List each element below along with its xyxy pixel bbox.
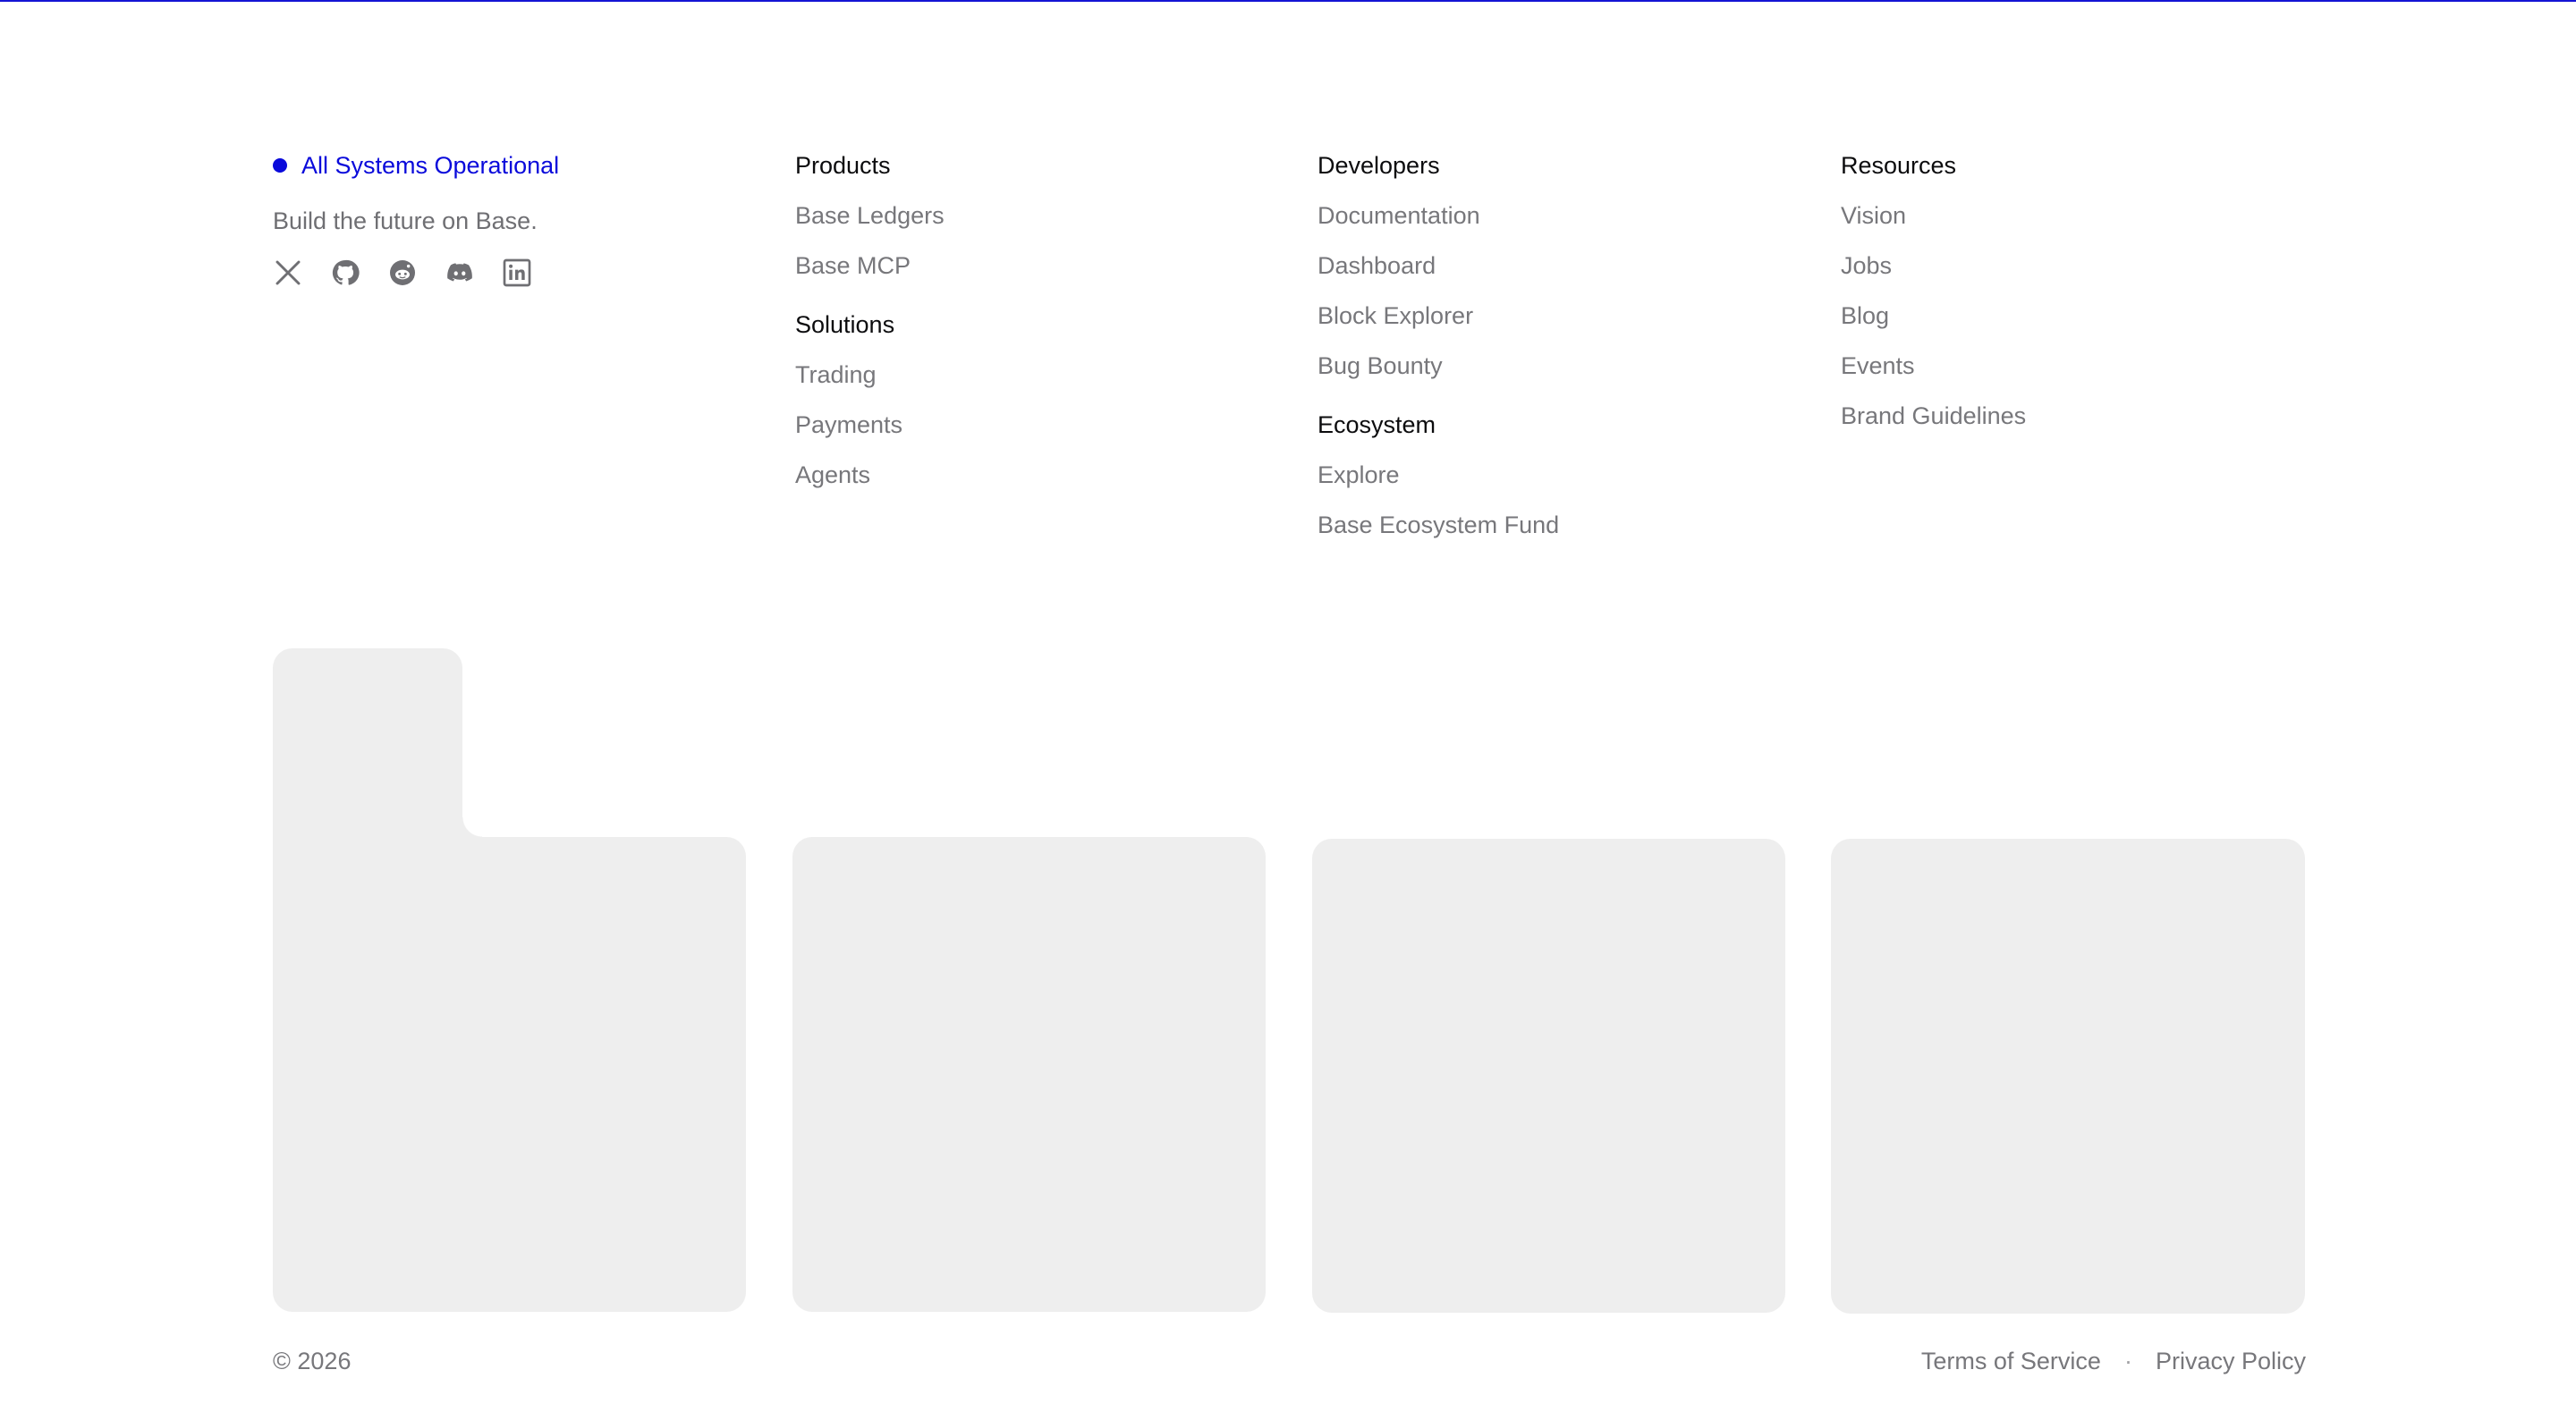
- status-dot-icon: [273, 158, 287, 173]
- link-events[interactable]: Events: [1841, 351, 2026, 381]
- solutions-group: Solutions Trading Payments Agents: [795, 309, 945, 490]
- discord-icon[interactable]: [445, 258, 475, 288]
- link-vision[interactable]: Vision: [1841, 200, 2026, 231]
- link-bug-bounty[interactable]: Bug Bounty: [1318, 351, 1559, 381]
- wordmark-block-s: [1312, 839, 1785, 1313]
- link-base-ecosystem-fund[interactable]: Base Ecosystem Fund: [1318, 510, 1559, 540]
- footer-resources-column: Resources Vision Jobs Blog Events Brand …: [1841, 150, 2026, 460]
- wordmark-block-e: [1831, 839, 2305, 1314]
- wordmark-block-b-notch: [462, 817, 482, 837]
- link-trading[interactable]: Trading: [795, 359, 945, 390]
- legal-separator: ·: [2123, 1348, 2132, 1374]
- footer-products-column: Products Base Ledgers Base MCP Solutions…: [795, 150, 945, 519]
- link-agents[interactable]: Agents: [795, 460, 945, 490]
- products-heading: Products: [795, 152, 891, 179]
- link-base-mcp[interactable]: Base MCP: [795, 250, 945, 281]
- link-payments[interactable]: Payments: [795, 410, 945, 440]
- wordmark-block-a: [792, 837, 1266, 1312]
- system-status-link[interactable]: All Systems Operational: [273, 150, 559, 181]
- copyright-text: © 2026: [273, 1348, 352, 1374]
- link-blog[interactable]: Blog: [1841, 300, 2026, 331]
- solutions-heading: Solutions: [795, 311, 895, 338]
- wordmark-block-b-stem: [273, 648, 462, 863]
- link-base-ledgers[interactable]: Base Ledgers: [795, 200, 945, 231]
- link-documentation[interactable]: Documentation: [1318, 200, 1559, 231]
- terms-of-service-link[interactable]: Terms of Service: [1921, 1346, 2101, 1376]
- wordmark-block-b: [273, 837, 746, 1312]
- link-dashboard[interactable]: Dashboard: [1318, 250, 1559, 281]
- brand-tagline: Build the future on Base.: [273, 207, 538, 234]
- link-explore[interactable]: Explore: [1318, 460, 1559, 490]
- system-status-label: All Systems Operational: [301, 151, 560, 179]
- linkedin-icon[interactable]: [502, 258, 532, 288]
- reddit-icon[interactable]: [387, 258, 418, 288]
- footer-brand-column: All Systems Operational Build the future…: [273, 150, 559, 288]
- footer-developers-column: Developers Documentation Dashboard Block…: [1318, 150, 1559, 569]
- site-footer: All Systems Operational Build the future…: [0, 0, 2576, 1412]
- link-block-explorer[interactable]: Block Explorer: [1318, 300, 1559, 331]
- resources-group: Resources Vision Jobs Blog Events Brand …: [1841, 150, 2026, 431]
- x-icon[interactable]: [273, 258, 303, 288]
- privacy-policy-link[interactable]: Privacy Policy: [2156, 1346, 2306, 1376]
- link-brand-guidelines[interactable]: Brand Guidelines: [1841, 401, 2026, 431]
- resources-heading: Resources: [1841, 152, 1957, 179]
- developers-heading: Developers: [1318, 152, 1440, 179]
- products-group: Products Base Ledgers Base MCP: [795, 150, 945, 281]
- legal-links: Terms of Service · Privacy Policy: [1921, 1346, 2306, 1376]
- social-links: [273, 258, 559, 288]
- github-icon[interactable]: [330, 258, 360, 288]
- ecosystem-group: Ecosystem Explore Base Ecosystem Fund: [1318, 410, 1559, 540]
- ecosystem-heading: Ecosystem: [1318, 411, 1436, 438]
- developers-group: Developers Documentation Dashboard Block…: [1318, 150, 1559, 381]
- link-jobs[interactable]: Jobs: [1841, 250, 2026, 281]
